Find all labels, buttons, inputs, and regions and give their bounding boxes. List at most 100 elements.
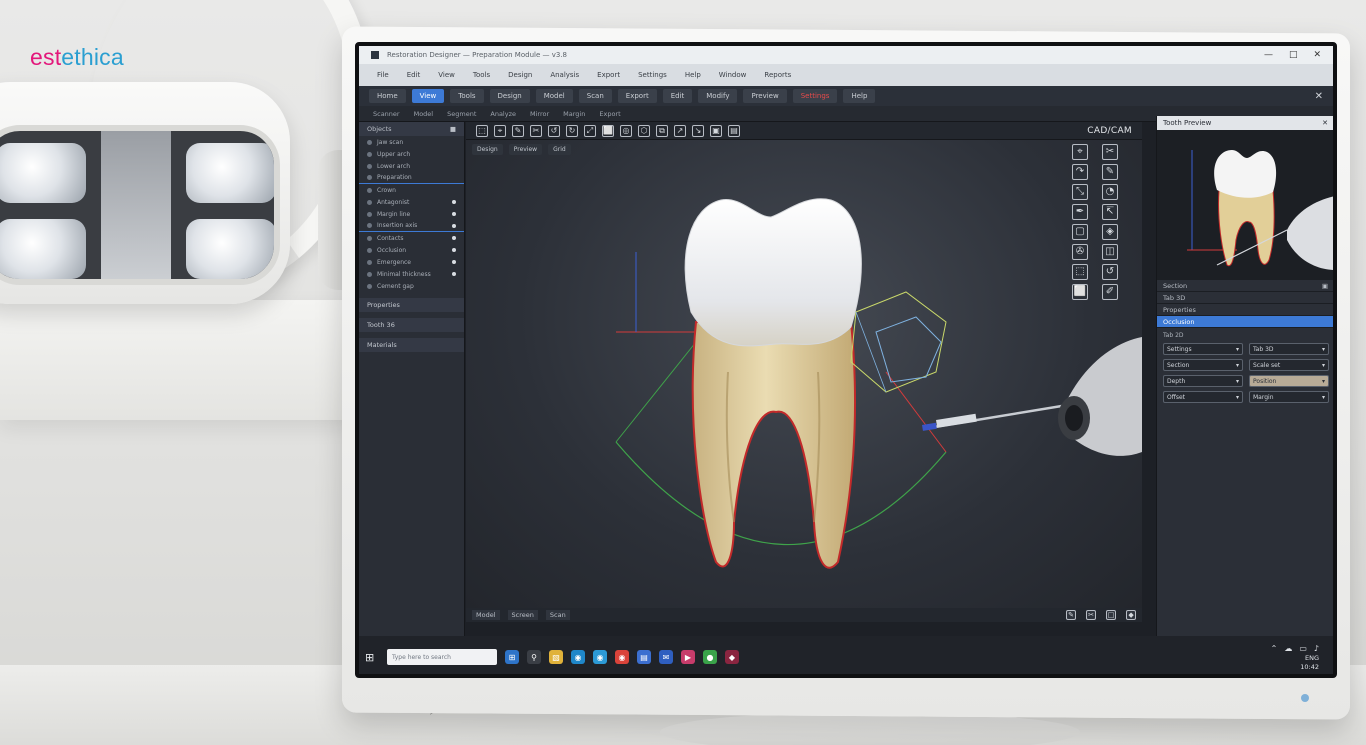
ribbon-tab-edit[interactable]: Edit xyxy=(662,89,693,103)
property-field[interactable]: Settings ▾ xyxy=(1163,343,1243,355)
menu-item-view[interactable]: View xyxy=(438,71,455,79)
object-list-item[interactable]: Emergence xyxy=(359,256,464,268)
ribbon-tab-help[interactable]: Help xyxy=(843,89,876,103)
folder-icon[interactable]: ▧ xyxy=(549,650,563,664)
object-list-item[interactable]: Contacts xyxy=(359,232,464,244)
object-list-item[interactable]: Preparation xyxy=(359,172,464,184)
tooth-model[interactable] xyxy=(466,122,1142,608)
palette-tool-icon[interactable]: ⌖ xyxy=(1072,144,1088,160)
palette-tool-icon[interactable]: ✒ xyxy=(1072,204,1088,220)
tag-icon[interactable]: ◆ xyxy=(1126,610,1136,620)
edge-icon[interactable]: ◉ xyxy=(593,650,607,664)
start-icon[interactable]: ⊞ xyxy=(365,651,379,664)
mail-icon[interactable]: ✉ xyxy=(659,650,673,664)
property-field[interactable]: Margin ▾ xyxy=(1249,391,1329,403)
menu-item-help[interactable]: Help xyxy=(685,71,701,79)
preview-close-button[interactable]: ✕ xyxy=(1322,119,1328,127)
tray-clock[interactable]: 10:42 xyxy=(1300,663,1319,671)
property-field[interactable]: Position ▾ xyxy=(1249,375,1329,387)
palette-tool-icon[interactable]: ⤡ xyxy=(1072,184,1088,200)
bottom-tab-model[interactable]: Model xyxy=(472,610,500,620)
tray-icon[interactable]: ♪ xyxy=(1314,644,1319,653)
panel-section-bar[interactable]: Properties xyxy=(1157,304,1333,316)
property-field[interactable]: Section ▾ xyxy=(1163,359,1243,371)
object-list-item[interactable]: Minimal thickness xyxy=(359,268,464,280)
object-list-item[interactable]: Margin line xyxy=(359,208,464,220)
viewport-tool-icon[interactable]: ✂ xyxy=(530,124,542,137)
viewport-tool-icon[interactable]: ↘ xyxy=(692,124,704,137)
ribbon-tab-settings[interactable]: Settings xyxy=(792,89,838,103)
pen-icon[interactable]: ✎ xyxy=(1066,610,1076,620)
panel-menu-icon[interactable]: ■ xyxy=(450,125,456,133)
viewport-tool-icon[interactable]: ⤢ xyxy=(584,124,596,137)
close-button[interactable]: ✕ xyxy=(1313,50,1321,60)
viewport-tab-preview[interactable]: Preview xyxy=(508,144,543,155)
menu-item-analysis[interactable]: Analysis xyxy=(550,71,579,79)
object-list-item[interactable]: Insertion axis xyxy=(359,220,464,232)
menu-item-edit[interactable]: Edit xyxy=(407,71,421,79)
visibility-icon[interactable] xyxy=(452,236,456,240)
visibility-icon[interactable] xyxy=(452,212,456,216)
viewport-tool-icon[interactable]: ⬡ xyxy=(638,124,650,137)
chat-icon[interactable]: ● xyxy=(703,650,717,664)
ribbon-tab-model[interactable]: Model xyxy=(535,89,573,103)
ribbon-tab-scan[interactable]: Scan xyxy=(578,89,612,103)
object-list-item[interactable]: Jaw scan xyxy=(359,136,464,148)
menu-item-window[interactable]: Window xyxy=(719,71,747,79)
palette-tool-icon[interactable]: ◫ xyxy=(1102,244,1118,260)
ribbon-tab-view[interactable]: View xyxy=(411,89,445,103)
viewport-tool-icon[interactable]: ▣ xyxy=(710,124,722,137)
chrome-icon[interactable]: ◉ xyxy=(615,650,629,664)
maximize-button[interactable]: □ xyxy=(1289,50,1298,60)
viewport-tool-icon[interactable]: ⬚ xyxy=(476,124,488,137)
property-field[interactable]: Scale set ▾ xyxy=(1249,359,1329,371)
tooth-section[interactable]: Tooth 36 xyxy=(359,318,464,332)
subbar-item-segment[interactable]: Segment xyxy=(447,110,476,118)
media-icon[interactable]: ▶ xyxy=(681,650,695,664)
viewport-tool-icon[interactable]: ▤ xyxy=(728,124,740,137)
menu-item-settings[interactable]: Settings xyxy=(638,71,667,79)
object-list-item[interactable]: Antagonist xyxy=(359,196,464,208)
subbar-item-mirror[interactable]: Mirror xyxy=(530,110,549,118)
palette-tool-icon[interactable]: ↺ xyxy=(1102,264,1118,280)
browser-icon[interactable]: ◉ xyxy=(571,650,585,664)
tray-icon[interactable]: ☁ xyxy=(1284,644,1292,653)
menu-item-export[interactable]: Export xyxy=(597,71,620,79)
palette-tool-icon[interactable]: ▢ xyxy=(1072,224,1088,240)
visibility-icon[interactable] xyxy=(452,248,456,252)
viewport-tool-icon[interactable]: ⌖ xyxy=(494,124,506,137)
tray-icon[interactable]: ⌃ xyxy=(1271,644,1278,653)
viewport-tool-icon[interactable]: ◎ xyxy=(620,124,632,137)
palette-tool-icon[interactable]: ◈ xyxy=(1102,224,1118,240)
ribbon-tab-preview[interactable]: Preview xyxy=(743,89,787,103)
palette-tool-icon[interactable]: ↷ xyxy=(1072,164,1088,180)
menu-item-file[interactable]: File xyxy=(377,71,389,79)
palette-tool-icon[interactable]: ✎ xyxy=(1102,164,1118,180)
ribbon-tab-tools[interactable]: Tools xyxy=(450,89,484,103)
palette-tool-icon[interactable]: ⬚ xyxy=(1072,264,1088,280)
palette-tool-icon[interactable]: ✂ xyxy=(1102,144,1118,160)
bottom-tab-screen[interactable]: Screen xyxy=(507,610,538,620)
viewport-tool-icon[interactable]: ✎ xyxy=(512,124,524,137)
taskbar-search[interactable]: Type here to search xyxy=(387,649,497,665)
preview-thumbnail[interactable] xyxy=(1157,130,1333,280)
ribbon-tab-modify[interactable]: Modify xyxy=(698,89,738,103)
object-list-item[interactable]: Occlusion xyxy=(359,244,464,256)
palette-tool-icon[interactable]: ◔ xyxy=(1102,184,1118,200)
menu-item-design[interactable]: Design xyxy=(508,71,532,79)
subbar-item-scanner[interactable]: Scanner xyxy=(373,110,400,118)
viewport-tool-icon[interactable]: ↗ xyxy=(674,124,686,137)
cut-icon[interactable]: ✂ xyxy=(1086,610,1096,620)
panel-section-bar[interactable]: Tab 3D xyxy=(1157,292,1333,304)
ribbon-close-button[interactable]: ✕ xyxy=(1315,91,1323,102)
object-list-item[interactable]: Lower arch xyxy=(359,160,464,172)
cad-app-icon[interactable]: ◆ xyxy=(725,650,739,664)
visibility-icon[interactable] xyxy=(452,260,456,264)
viewport-tool-icon[interactable]: ↺ xyxy=(548,124,560,137)
bottom-tab-scan[interactable]: Scan xyxy=(545,610,570,620)
ribbon-tab-design[interactable]: Design xyxy=(489,89,530,103)
panel-section-bar[interactable]: Occlusion xyxy=(1157,316,1333,328)
visibility-icon[interactable] xyxy=(452,200,456,204)
object-list-item[interactable]: Crown xyxy=(359,184,464,196)
tray-language[interactable]: ENG xyxy=(1305,654,1319,662)
